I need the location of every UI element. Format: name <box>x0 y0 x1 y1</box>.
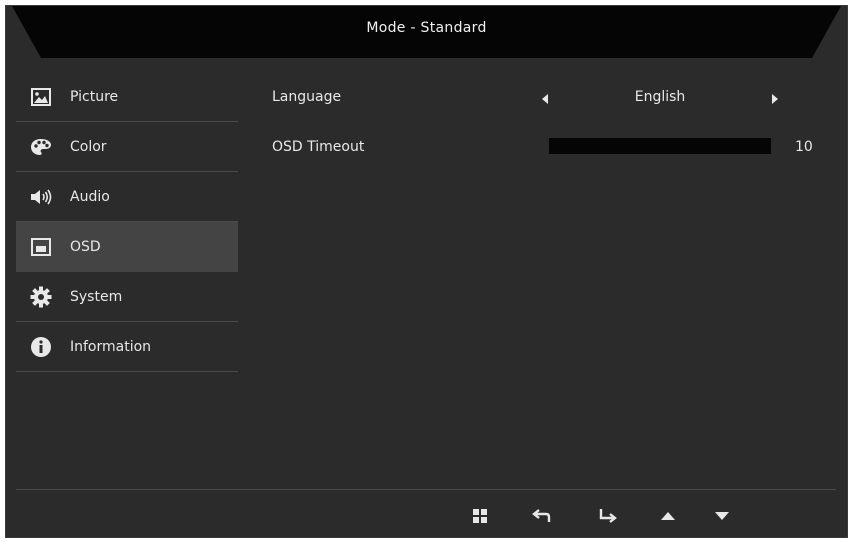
sidebar-item-audio[interactable]: Audio <box>16 172 238 222</box>
speaker-icon <box>30 186 52 208</box>
sidebar-item-osd[interactable]: OSD <box>16 222 238 272</box>
footer-divider <box>16 489 836 490</box>
gear-icon <box>30 286 52 308</box>
mode-title: Mode - Standard <box>366 20 487 36</box>
osd-timeout-label: OSD Timeout <box>272 139 365 155</box>
sidebar-item-label: OSD <box>70 238 101 255</box>
sidebar-item-system[interactable]: System <box>16 272 238 322</box>
sidebar-item-label: Color <box>70 138 107 155</box>
down-arrow-icon[interactable] <box>709 504 735 528</box>
language-next-arrow-icon[interactable] <box>772 94 778 104</box>
sidebar-item-color[interactable]: Color <box>16 122 238 172</box>
osd-icon <box>30 236 52 258</box>
sidebar-menu: Picture Color Audio OSD System Informati… <box>16 72 238 372</box>
up-arrow-icon[interactable] <box>655 504 681 528</box>
info-icon <box>30 336 52 358</box>
language-prev-arrow-icon[interactable] <box>542 94 548 104</box>
back-arrow-icon[interactable] <box>529 504 555 528</box>
sidebar-item-label: Audio <box>70 188 110 205</box>
language-value[interactable]: English <box>600 89 720 105</box>
enter-arrow-icon[interactable] <box>595 504 621 528</box>
osd-window: Mode - Standard Picture Color Audio OSD … <box>5 5 848 538</box>
osd-timeout-slider[interactable] <box>549 138 771 154</box>
language-label: Language <box>272 89 342 105</box>
sidebar-item-label: Information <box>70 338 152 355</box>
menu-grid-icon[interactable] <box>467 504 493 528</box>
sidebar-item-information[interactable]: Information <box>16 322 238 372</box>
picture-icon <box>30 86 52 108</box>
osd-timeout-value: 10 <box>795 139 813 155</box>
palette-icon <box>30 136 52 158</box>
sidebar-item-label: Picture <box>70 88 119 105</box>
sidebar-item-label: System <box>70 288 123 305</box>
sidebar-item-picture[interactable]: Picture <box>16 72 238 122</box>
